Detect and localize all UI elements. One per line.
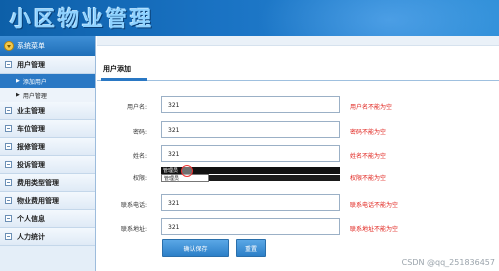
expand-icon xyxy=(5,143,12,150)
name-label: 姓名: xyxy=(132,153,147,160)
arrow-right-icon: ▶ xyxy=(16,92,20,98)
sidebar-group-label: 业主管理 xyxy=(17,106,45,115)
sidebar-group-label: 用户管理 xyxy=(17,60,45,69)
password-error: 密码不能为空 xyxy=(350,129,387,136)
sidebar: 系统菜单 用户管理 ▶ 添加用户 ▶ 用户管理 业主管理 车位管理 报修管理 投… xyxy=(0,36,96,271)
app-banner: 小区物业管理 xyxy=(0,0,499,36)
phone-input[interactable]: 321 xyxy=(161,194,340,211)
address-error: 联系地址不能为空 xyxy=(350,226,399,233)
sidebar-heading[interactable]: 系统菜单 xyxy=(0,36,95,56)
password-input[interactable]: 321 xyxy=(161,121,340,138)
top-strip xyxy=(97,36,499,46)
sidebar-group-label: 报修管理 xyxy=(17,142,45,151)
mouse-cursor-icon xyxy=(181,165,193,177)
username-error: 用户名不能为空 xyxy=(350,104,393,111)
app-title: 小区物业管理 xyxy=(10,6,154,31)
expand-icon xyxy=(5,179,12,186)
sidebar-group-complaint[interactable]: 投诉管理 xyxy=(0,156,95,174)
username-input[interactable]: 321 xyxy=(161,96,340,113)
menu-toggle-icon xyxy=(4,41,14,51)
watermark: CSDN @qq_251836457 xyxy=(401,258,495,267)
sidebar-group-repair[interactable]: 报修管理 xyxy=(0,138,95,156)
form-row-role: 权限: 管理员 管理员 权限不能为空 xyxy=(97,165,499,187)
sidebar-group-profile[interactable]: 个人信息 xyxy=(0,210,95,228)
sidebar-group-fee-type[interactable]: 费用类型管理 xyxy=(0,174,95,192)
sidebar-group-label: 物业费用管理 xyxy=(17,196,59,205)
sidebar-item-user-list[interactable]: ▶ 用户管理 xyxy=(0,88,95,102)
password-label: 密码: xyxy=(132,129,147,136)
form-row-phone: 联系电话: 321 联系电话不能为空 xyxy=(97,194,499,214)
banner-glow xyxy=(259,0,499,36)
sidebar-item-add-user[interactable]: ▶ 添加用户 xyxy=(0,74,95,88)
role-error: 权限不能为空 xyxy=(350,175,387,182)
form-row-password: 密码: 321 密码不能为空 xyxy=(97,121,499,141)
role-option-label: 管理员 xyxy=(163,168,179,174)
name-input[interactable]: 321 xyxy=(161,145,340,162)
sidebar-group-label: 车位管理 xyxy=(17,124,45,133)
name-error: 姓名不能为空 xyxy=(350,153,387,160)
sidebar-group-owner[interactable]: 业主管理 xyxy=(0,102,95,120)
collapse-icon xyxy=(5,61,12,68)
form-row-name: 姓名: 321 姓名不能为空 xyxy=(97,145,499,165)
tab-add-user[interactable]: 用户添加 xyxy=(103,64,131,74)
sidebar-group-user-management[interactable]: 用户管理 xyxy=(0,56,95,74)
save-button[interactable]: 确认保存 xyxy=(162,239,229,257)
arrow-right-icon: ▶ xyxy=(16,78,20,84)
phone-label: 联系电话: xyxy=(120,202,147,209)
tab-divider xyxy=(97,80,499,81)
expand-icon xyxy=(5,215,12,222)
form-row-address: 联系地址: 321 联系地址不能为空 xyxy=(97,218,499,238)
sidebar-item-label: 添加用户 xyxy=(22,78,47,86)
sidebar-group-label: 个人信息 xyxy=(17,214,45,223)
reset-button[interactable]: 重置 xyxy=(236,239,266,257)
sidebar-group-label: 费用类型管理 xyxy=(17,178,59,187)
sidebar-group-label: 投诉管理 xyxy=(17,160,45,169)
expand-icon xyxy=(5,161,12,168)
sidebar-group-parking[interactable]: 车位管理 xyxy=(0,120,95,138)
role-option-label: 管理员 xyxy=(164,176,180,182)
tab-active-indicator xyxy=(101,78,147,81)
role-select[interactable]: 管理员 管理员 xyxy=(161,165,340,184)
expand-icon xyxy=(5,197,12,204)
expand-icon xyxy=(5,233,12,240)
sidebar-group-label: 人力统计 xyxy=(17,232,45,241)
expand-icon xyxy=(5,107,12,114)
phone-error: 联系电话不能为空 xyxy=(350,202,399,209)
username-label: 用户名: xyxy=(126,104,147,111)
sidebar-heading-label: 系统菜单 xyxy=(17,42,45,50)
address-label: 联系地址: xyxy=(120,226,147,233)
form-row-username: 用户名: 321 用户名不能为空 xyxy=(97,96,499,116)
main-content: 用户添加 用户名: 321 用户名不能为空 密码: 321 密码不能为空 姓名:… xyxy=(97,36,499,271)
address-input[interactable]: 321 xyxy=(161,218,340,235)
role-label: 权限: xyxy=(132,175,147,182)
sidebar-item-label: 用户管理 xyxy=(22,92,47,100)
sidebar-group-hr-stats[interactable]: 人力统计 xyxy=(0,228,95,246)
expand-icon xyxy=(5,125,12,132)
sidebar-group-property-fee[interactable]: 物业费用管理 xyxy=(0,192,95,210)
